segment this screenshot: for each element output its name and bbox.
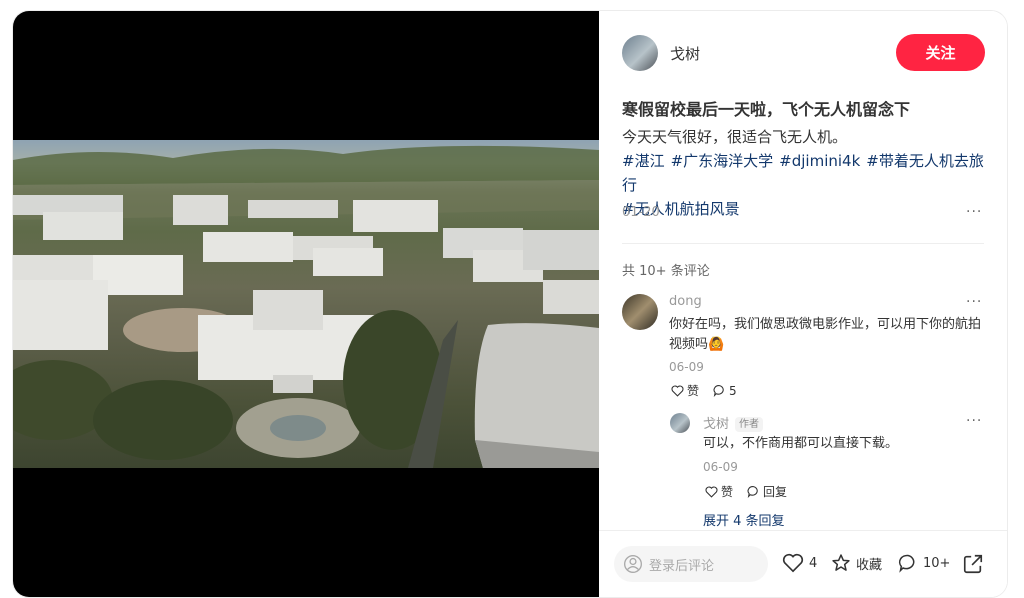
tag-link[interactable]: #湛江: [622, 152, 665, 170]
reply-like-label: 赞: [721, 485, 734, 499]
reply-reply-label: 回复: [763, 485, 788, 499]
author-avatar[interactable]: [622, 35, 658, 71]
comment-actions: 赞 5: [671, 382, 751, 399]
expand-replies-link[interactable]: 展开 4 条回复: [703, 510, 785, 529]
divider: [622, 243, 984, 244]
comment-like-label: 赞: [687, 384, 700, 398]
heart-icon: [671, 384, 684, 397]
reply-reply-button[interactable]: 回复: [747, 483, 787, 500]
note-card: 戈树 关注 寒假留校最后一天啦，飞个无人机留念下 今天天气很好，很适合飞无人机。…: [13, 11, 1007, 597]
comment-reply-button[interactable]: 5: [713, 384, 737, 398]
comment-more-button[interactable]: ···: [966, 294, 982, 310]
post-description: 今天天气很好，很适合飞无人机。 #湛江 #广东海洋大学 #djimini4k #带着无…: [622, 125, 997, 221]
reply-actions: 赞 回复: [705, 483, 801, 500]
comment-reply-count: 5: [729, 383, 737, 398]
post-title: 寒假留校最后一天啦，飞个无人机留念下: [622, 100, 911, 119]
share-button[interactable]: [962, 553, 989, 575]
star-icon: [832, 554, 850, 571]
commenter-name[interactable]: dong: [669, 294, 702, 309]
note-detail-panel: 戈树 关注 寒假留校最后一天啦，飞个无人机留念下 今天天气很好，很适合飞无人机。…: [599, 11, 1007, 597]
tag-link[interactable]: #广东海洋大学: [671, 152, 774, 170]
reply-date: 06-09: [703, 460, 738, 474]
comment-date: 06-09: [669, 360, 704, 374]
user-circle-icon: [624, 555, 642, 573]
comment-input-placeholder: 登录后评论: [649, 558, 715, 574]
share-icon: [963, 554, 983, 574]
heart-icon: [782, 553, 804, 573]
like-count: 4: [809, 555, 818, 571]
chat-bubble-icon: [898, 554, 915, 573]
chat-bubble-icon: [713, 385, 724, 397]
post-more-button[interactable]: ···: [966, 204, 982, 220]
comment-like-button[interactable]: 赞: [671, 382, 699, 399]
reply-more-button[interactable]: ···: [966, 413, 982, 429]
reply-like-button[interactable]: 赞: [705, 483, 733, 500]
aerial-campus-photo: [13, 140, 599, 468]
reply-text: 可以，不作商用都可以直接下载。: [703, 436, 899, 451]
follow-button[interactable]: 关注: [896, 34, 985, 71]
comment-button[interactable]: 10+: [898, 553, 950, 573]
comment-input[interactable]: 登录后评论: [614, 546, 768, 582]
post-description-text: 今天天气很好，很适合飞无人机。: [622, 128, 848, 146]
heart-icon: [705, 485, 718, 498]
reply-name[interactable]: 戈树: [703, 417, 729, 432]
comment-count: 10+: [923, 555, 951, 571]
collect-button[interactable]: 收藏: [831, 553, 882, 573]
collect-label: 收藏: [856, 557, 883, 573]
author-name[interactable]: 戈树: [670, 43, 700, 64]
commenter-avatar[interactable]: [622, 294, 658, 330]
author-badge: 作者: [735, 417, 764, 432]
author-info[interactable]: 戈树: [622, 35, 700, 71]
comments-count: 共 10+ 条评论: [622, 264, 710, 279]
reply-avatar[interactable]: [670, 413, 690, 433]
chat-bubble-icon: [747, 486, 758, 498]
reply-author: 戈树 作者: [703, 413, 764, 432]
media-viewer[interactable]: [13, 11, 599, 597]
comment-text: 你好在吗，我们做思政微电影作业，可以用下你的航拍视频吗🙆: [669, 317, 982, 352]
photo-illustration: [13, 145, 599, 468]
tag-link[interactable]: #djimini4k: [779, 152, 860, 170]
post-tags: #湛江 #广东海洋大学 #djimini4k #带着无人机去旅行 #无人机航拍风景: [622, 149, 997, 221]
post-date: 01-20: [622, 205, 660, 220]
engage-bar: 登录后评论 4 收藏 10+: [599, 530, 1007, 597]
like-button[interactable]: 4: [782, 553, 817, 573]
